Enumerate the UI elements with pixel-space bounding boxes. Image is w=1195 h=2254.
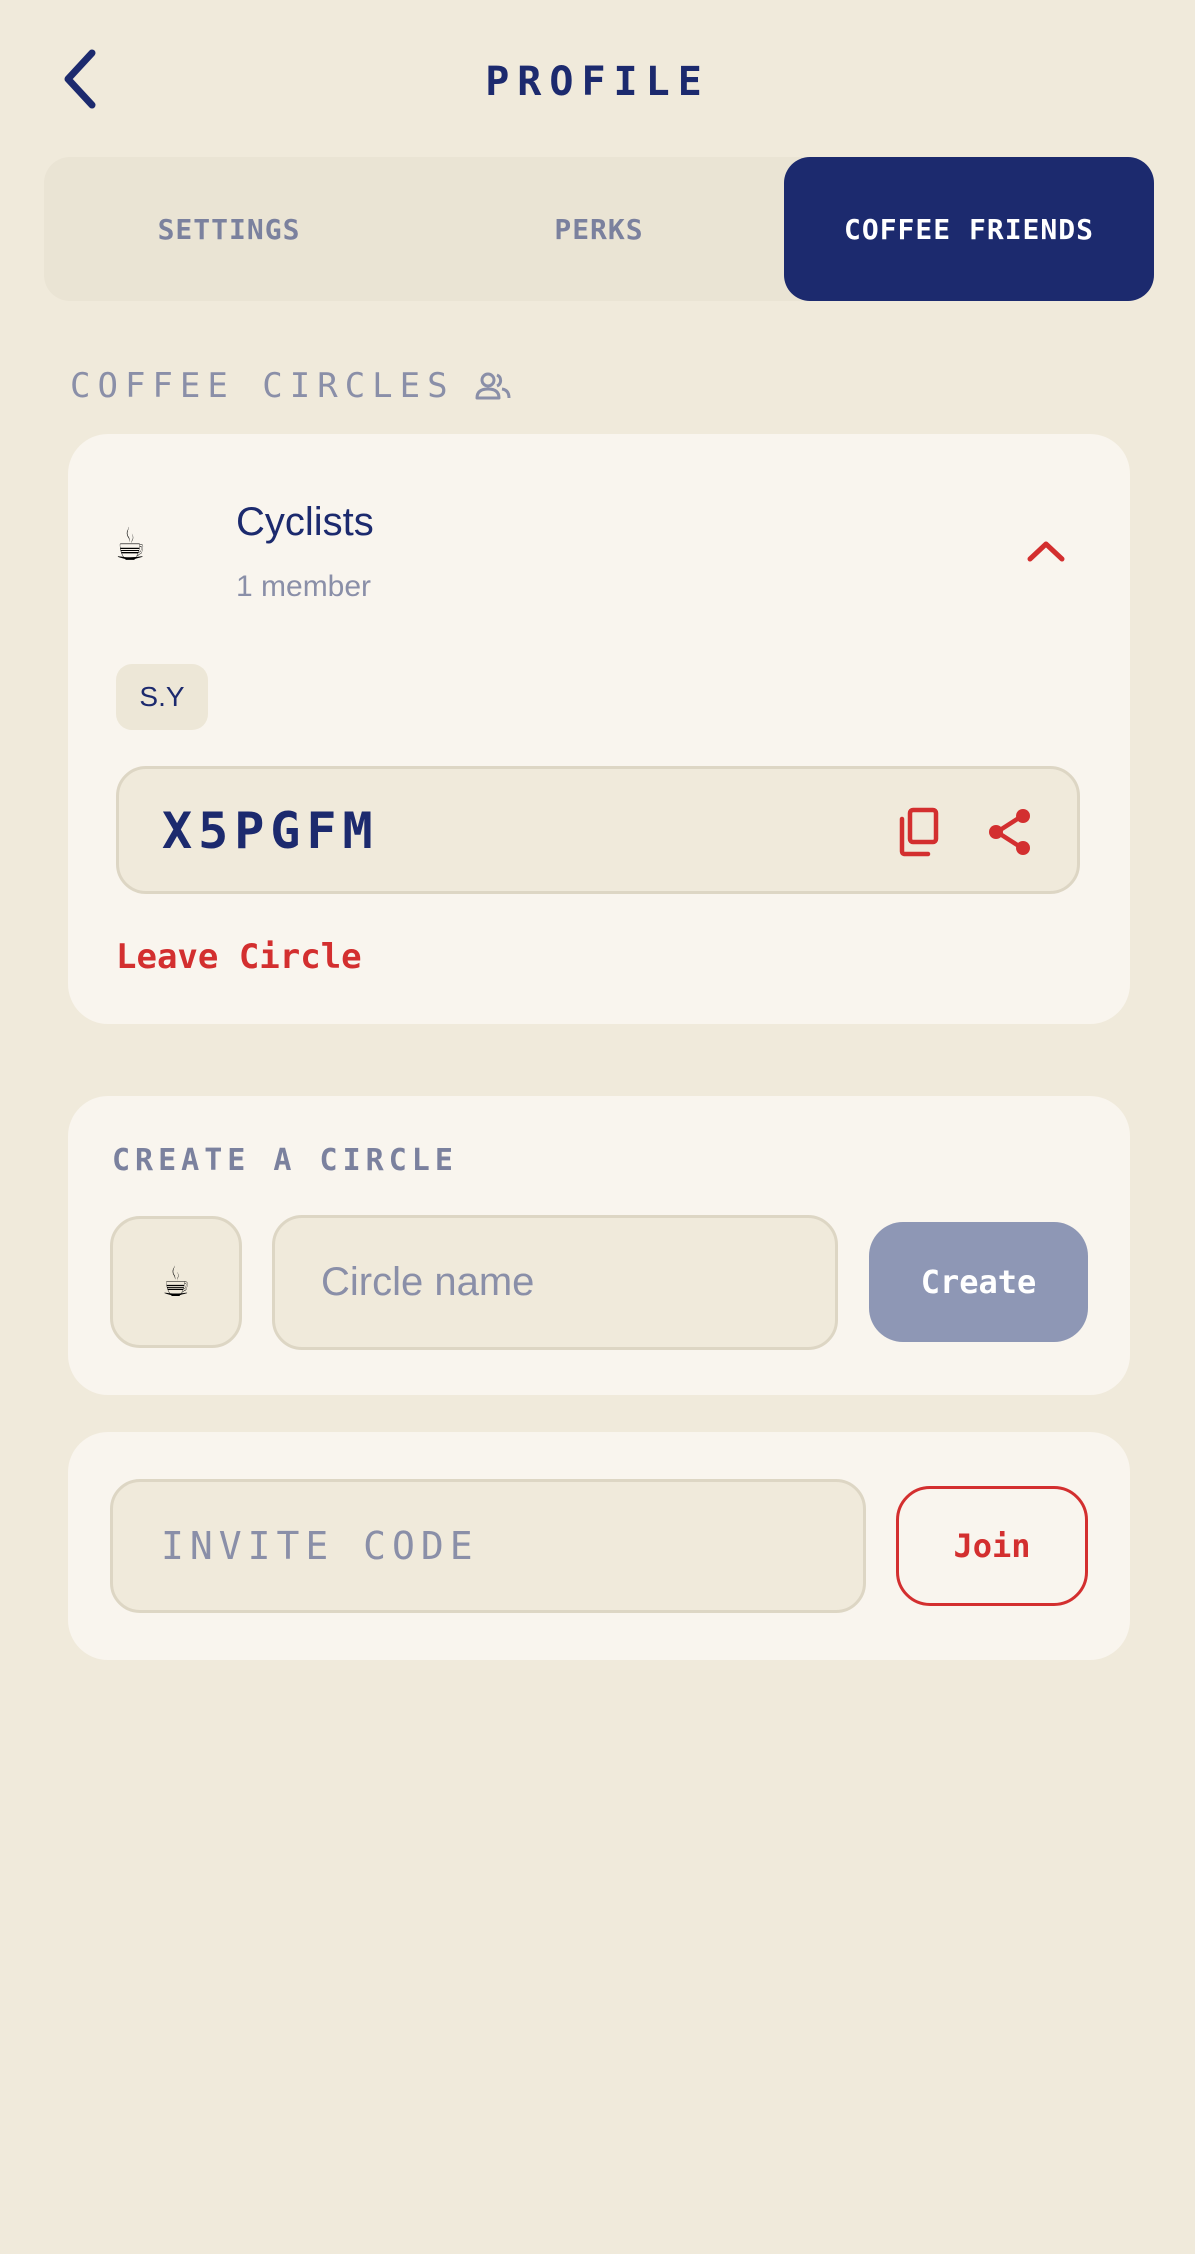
people-icon [475,372,511,400]
selected-emoji: ☕ [162,1256,190,1307]
tab-perks[interactable]: PERKS [414,157,784,301]
collapse-circle-button[interactable] [1015,520,1077,582]
invite-code-input[interactable] [110,1479,866,1613]
chevron-up-icon [1027,541,1065,562]
create-circle-label: CREATE A CIRCLE [112,1143,458,1178]
emoji-picker-button[interactable]: ☕ [110,1216,242,1348]
member-chip: S.Y [116,664,208,730]
create-circle-button[interactable]: Create [869,1222,1088,1342]
circle-emoji: ☕ [116,516,145,572]
section-label-text: COFFEE CIRCLES [70,366,455,406]
circle-name: Cyclists [236,500,374,544]
tab-settings[interactable]: SETTINGS [44,157,414,301]
coffee-circles-section-label: COFFEE CIRCLES [70,364,511,408]
circle-member-count: 1 member [236,570,372,603]
leave-circle-link[interactable]: Leave Circle [116,932,362,982]
invite-code-value: X5PGFM [162,802,379,860]
join-circle-button[interactable]: Join [896,1486,1088,1606]
share-code-button[interactable] [978,800,1042,864]
copy-icon [899,807,939,857]
tab-coffee-friends[interactable]: COFFEE FRIENDS [784,157,1154,301]
share-icon [989,809,1030,855]
copy-code-button[interactable] [886,800,950,864]
page-title: PROFILE [485,59,710,105]
circle-name-input[interactable] [272,1215,838,1350]
